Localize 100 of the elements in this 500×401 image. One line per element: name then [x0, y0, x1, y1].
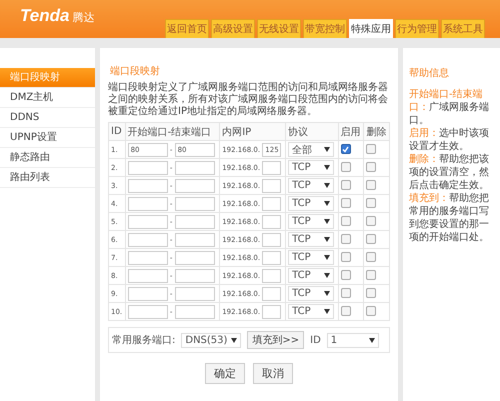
end-port-field[interactable]	[174, 268, 215, 282]
end-port-field[interactable]	[174, 196, 215, 210]
delete-checkbox[interactable]	[366, 270, 376, 280]
start-port-field[interactable]	[128, 178, 168, 192]
section-title: 端口段映射	[110, 64, 161, 78]
caret-icon	[324, 147, 330, 152]
column-header: 删除	[364, 122, 390, 140]
enable-checkbox[interactable]	[340, 234, 351, 244]
ip-field[interactable]	[262, 286, 282, 300]
ip-field[interactable]	[262, 232, 282, 246]
service-select[interactable]: DNS(53)	[181, 332, 242, 348]
enable-checkbox[interactable]	[340, 306, 351, 316]
sidebar-item[interactable]: DMZ主机	[0, 88, 95, 108]
ip-field[interactable]	[262, 304, 282, 318]
help-text: 开始端口-结束端口：广域网服务端口。	[409, 88, 490, 127]
sidebar-item[interactable]: 路由列表	[0, 168, 95, 188]
protocol-select[interactable]: 全部	[288, 142, 334, 157]
start-port-field[interactable]	[128, 286, 168, 300]
help-title: 帮助信息	[409, 66, 450, 80]
protocol-select[interactable]: TCP	[288, 232, 334, 247]
sidebar-item[interactable]: UPNP设置	[0, 128, 95, 148]
protocol-select[interactable]: TCP	[288, 268, 334, 283]
delete-checkbox[interactable]	[366, 306, 376, 316]
protocol-select[interactable]: TCP	[288, 250, 334, 265]
ip-field[interactable]	[262, 268, 282, 282]
nav-tab[interactable]: 返回首页	[165, 19, 209, 38]
enable-checkbox[interactable]	[340, 288, 351, 298]
protocol-select[interactable]: TCP	[288, 304, 334, 319]
enable-checkbox[interactable]	[340, 180, 351, 190]
caret-icon	[324, 201, 330, 206]
start-port-field[interactable]	[128, 268, 168, 282]
ip-field[interactable]	[262, 250, 282, 264]
enable-checkbox[interactable]	[340, 144, 351, 154]
nav-tab[interactable]: 系统工具	[441, 19, 485, 38]
delete-checkbox[interactable]	[366, 252, 376, 262]
end-port-field[interactable]	[174, 304, 215, 318]
enable-checkbox[interactable]	[340, 252, 351, 262]
end-port-field[interactable]	[174, 214, 215, 228]
enable-checkbox[interactable]	[340, 198, 351, 208]
fill-button[interactable]: 填充到>>	[247, 331, 304, 349]
sidebar-item[interactable]: 静态路由	[0, 148, 95, 168]
sidebar-item[interactable]: DDNS	[0, 108, 95, 128]
column-header: 协议	[286, 122, 338, 140]
caret-icon	[231, 338, 238, 342]
delete-checkbox[interactable]	[366, 162, 376, 172]
end-port-field[interactable]	[174, 178, 215, 192]
caret-icon	[324, 255, 330, 260]
caret-icon	[324, 309, 330, 314]
caret-icon	[324, 219, 330, 224]
start-port-field[interactable]	[128, 250, 168, 264]
start-port-field[interactable]	[128, 214, 168, 228]
delete-checkbox[interactable]	[366, 198, 376, 208]
caret-icon	[324, 237, 330, 242]
logo-subtitle: 腾达	[72, 10, 94, 25]
help-text: 填充到：帮助您把常用的服务端口写到您要设置的那一项的开始端口处。	[409, 192, 490, 244]
end-port-field[interactable]	[174, 232, 215, 246]
protocol-select[interactable]: TCP	[288, 286, 334, 301]
enable-checkbox[interactable]	[340, 162, 351, 172]
nav-tab[interactable]: 无线设置	[257, 19, 301, 38]
start-port-field[interactable]	[128, 196, 168, 210]
id-label: ID	[310, 334, 321, 346]
nav-tab[interactable]: 特殊应用	[349, 19, 393, 38]
delete-checkbox[interactable]	[366, 180, 376, 190]
start-port-field[interactable]	[128, 232, 168, 246]
caret-icon	[324, 165, 330, 170]
delete-checkbox[interactable]	[366, 288, 376, 298]
end-port-field[interactable]	[174, 160, 215, 174]
ip-field[interactable]	[262, 214, 282, 228]
form-button[interactable]: 确定	[205, 363, 245, 384]
delete-checkbox[interactable]	[366, 144, 376, 154]
column-header: ID	[108, 122, 126, 140]
end-port-field[interactable]	[174, 286, 215, 300]
common-service-label: 常用服务端口:	[112, 334, 176, 347]
protocol-select[interactable]: TCP	[288, 214, 334, 229]
caret-icon	[324, 183, 330, 188]
nav-tab[interactable]: 带宽控制	[303, 19, 347, 38]
description-text: 端口段映射定义了广域网服务端口范围的访问和局域网络服务器之间的映射关系，所有对该广域网服务端口段范围内的访问将会被重定位给通过IP地址指定的局域网络服务器。	[108, 82, 389, 118]
ip-field[interactable]	[262, 160, 282, 174]
id-select[interactable]: 1	[326, 332, 379, 348]
column-header: 开始端口-结束端口	[125, 122, 220, 140]
caret-icon	[324, 273, 330, 278]
protocol-select[interactable]: TCP	[288, 196, 334, 211]
end-port-field[interactable]	[174, 250, 215, 264]
column-header: 启用	[338, 122, 364, 140]
enable-checkbox[interactable]	[340, 270, 351, 280]
form-button[interactable]: 取消	[253, 363, 293, 384]
protocol-select[interactable]: TCP	[288, 160, 334, 175]
nav-tab[interactable]: 行为管理	[395, 19, 439, 38]
enable-checkbox[interactable]	[340, 216, 351, 226]
start-port-field[interactable]	[128, 304, 168, 318]
help-text: 删除：帮助您把该项的设置清空，然后点击确定生效。	[409, 153, 490, 192]
logo-text: Tenda	[20, 6, 70, 26]
delete-checkbox[interactable]	[366, 234, 376, 244]
ip-field[interactable]	[262, 196, 282, 210]
start-port-field[interactable]	[128, 160, 168, 174]
help-text: 启用：选中时该项设置才生效。	[409, 127, 490, 153]
protocol-select[interactable]: TCP	[288, 178, 334, 193]
ip-field[interactable]	[262, 178, 282, 192]
nav-tab[interactable]: 高级设置	[211, 19, 255, 38]
delete-checkbox[interactable]	[366, 216, 376, 226]
